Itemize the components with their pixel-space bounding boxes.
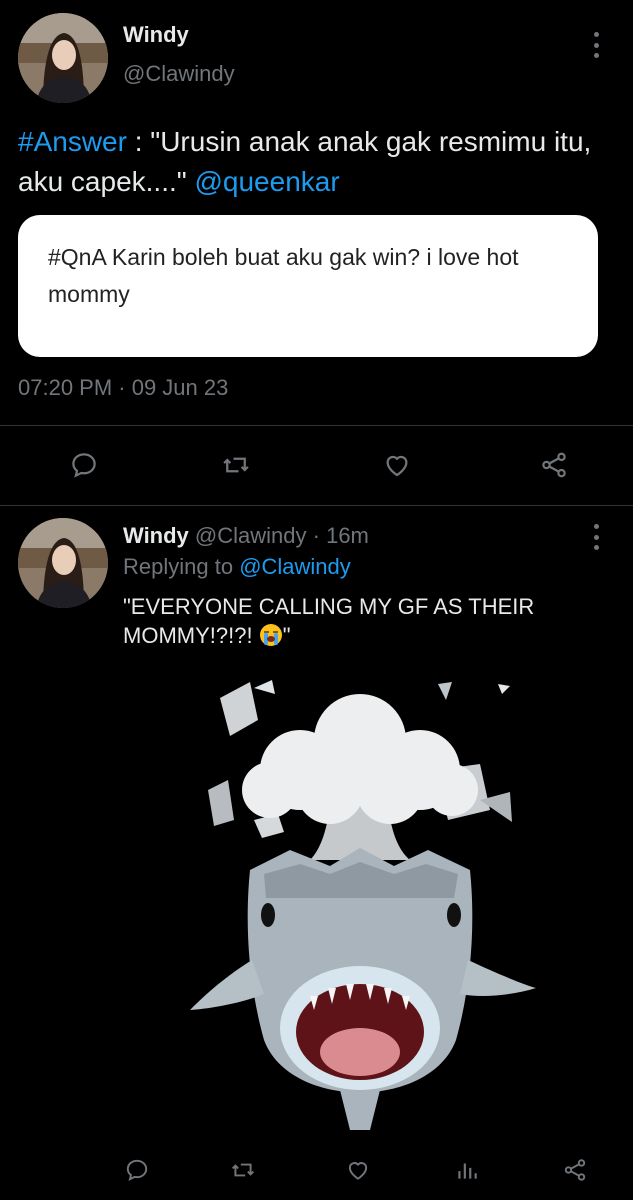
author-name[interactable]: Windy xyxy=(123,523,189,548)
tweet-header: Windy @Clawindy · 16m xyxy=(123,523,369,549)
replying-handle[interactable]: @Clawindy xyxy=(239,554,351,579)
tweet-text: "EVERYONE CALLING MY GF AS THEIR MOMMY!?… xyxy=(123,592,603,650)
reply-icon[interactable] xyxy=(64,445,104,485)
avatar[interactable] xyxy=(18,13,108,103)
retweet-icon[interactable] xyxy=(223,1150,263,1190)
hashtag-link[interactable]: #Answer xyxy=(18,126,127,157)
divider xyxy=(0,425,633,426)
exploding-head-shark-memoji[interactable] xyxy=(180,660,540,1140)
reply-icon[interactable] xyxy=(117,1150,157,1190)
tweet-timestamp[interactable]: 07:20 PM · 09 Jun 23 xyxy=(18,375,228,401)
author-handle[interactable]: @Clawindy xyxy=(123,61,235,87)
loudly-crying-face-emoji xyxy=(259,623,283,647)
more-vertical-icon[interactable] xyxy=(592,524,600,550)
author-handle[interactable]: @Clawindy xyxy=(195,523,307,548)
qna-card-text: #QnA Karin boleh buat aku gak win? i lov… xyxy=(48,244,519,307)
tweet-text-end: " xyxy=(282,623,291,648)
replying-to: Replying to @Clawindy xyxy=(123,554,351,580)
share-icon[interactable] xyxy=(534,445,574,485)
avatar[interactable] xyxy=(18,518,108,608)
qna-card[interactable]: #QnA Karin boleh buat aku gak win? i lov… xyxy=(18,215,598,357)
time-ago: · 16m xyxy=(312,523,369,548)
heart-icon[interactable] xyxy=(377,445,417,485)
tweet-text-content: "EVERYONE CALLING MY GF AS THEIR MOMMY!?… xyxy=(123,594,535,648)
views-icon[interactable] xyxy=(447,1150,487,1190)
author-name[interactable]: Windy xyxy=(123,22,189,48)
retweet-icon[interactable] xyxy=(216,445,256,485)
mention-link[interactable]: @queenkar xyxy=(194,166,339,197)
heart-icon[interactable] xyxy=(338,1150,378,1190)
replying-prefix: Replying to xyxy=(123,554,240,579)
share-icon[interactable] xyxy=(555,1150,595,1190)
tweet-main: Windy @Clawindy #Answer : "Urusin anak a… xyxy=(0,0,633,505)
more-vertical-icon[interactable] xyxy=(592,32,600,58)
tweet-text: #Answer : "Urusin anak anak gak resmimu … xyxy=(18,122,618,202)
divider xyxy=(0,505,633,506)
